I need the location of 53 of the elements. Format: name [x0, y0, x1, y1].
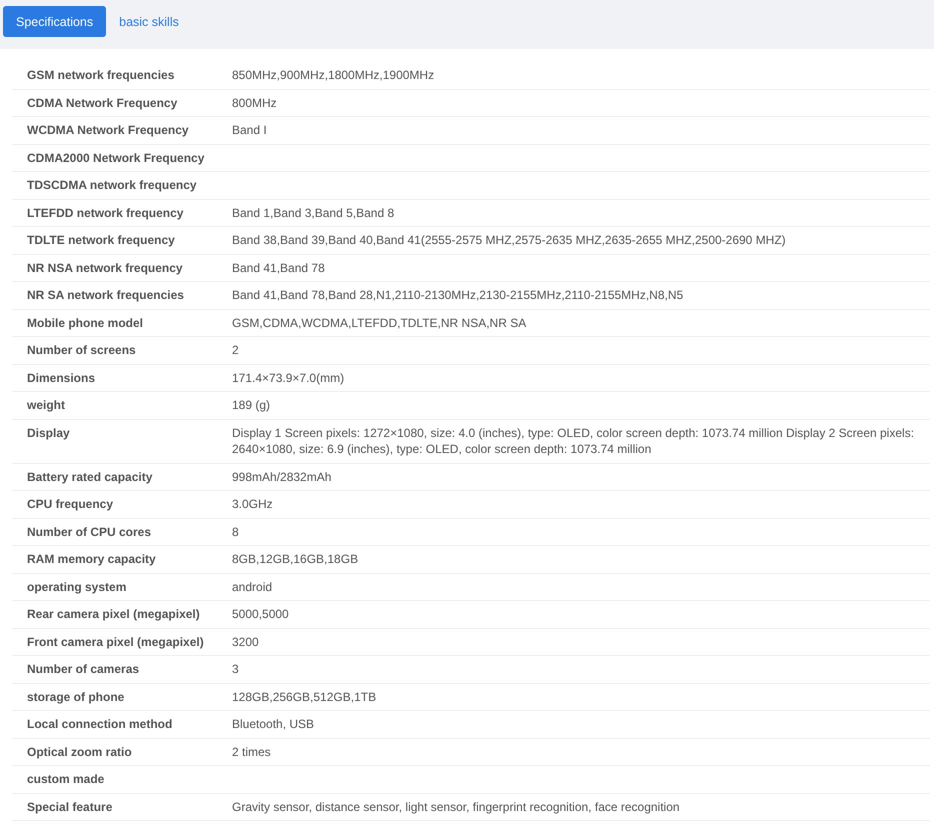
spec-value: 8	[232, 524, 240, 540]
spec-label: NR NSA network frequency	[27, 260, 184, 276]
spec-label: Battery rated capacity	[27, 468, 154, 485]
spec-value: 171.4×73.9×7.0(mm)	[232, 370, 346, 386]
spec-label: Front camera pixel (megapixel)	[27, 634, 205, 650]
spec-label: CDMA2000 Network Frequency	[27, 150, 206, 166]
spec-label: Number of cameras	[27, 661, 140, 678]
spec-label: weight	[27, 397, 66, 414]
spec-label: TDSCDMA network frequency	[27, 177, 198, 194]
spec-value: 800MHz	[232, 94, 278, 111]
spec-value: 998mAh/2832mAh	[232, 468, 332, 485]
spec-label: Local connection method	[27, 716, 174, 732]
spec-label: TDLTE network frequency	[27, 232, 176, 248]
spec-value: 189 (g)	[232, 397, 272, 414]
spec-label: Display	[27, 424, 71, 442]
spec-value: Display 1 Screen pixels: 1272×1080, size: 4.0 (inches), type: OLED, color screen depth: 1073.74 million Display 2 Screen pixels: 2640×1080, size: 6.9 (inches), type: OLED, color screen depth: 1073.74 million	[232, 424, 916, 458]
spec-value: 2 times	[232, 744, 272, 760]
spec-value: Bluetooth, USB	[232, 716, 316, 732]
spec-value: Gravity sensor, distance sensor, light sensor, fingerprint recognition, face recognition	[232, 798, 681, 815]
spec-value: Band 1,Band 3,Band 5,Band 8	[232, 204, 396, 221]
spec-value: 2	[232, 342, 240, 358]
spec-value: 128GB,256GB,512GB,1TB	[232, 688, 378, 705]
spec-value: 850MHz,900MHz,1800MHz,1900MHz	[232, 67, 436, 84]
spec-value: 8GB,12GB,16GB,18GB	[232, 551, 360, 568]
tab[interactable]: basic skills	[106, 6, 192, 37]
spec-label: Special feature	[27, 798, 114, 815]
spec-label: operating system	[27, 578, 128, 595]
spec-label: Number of CPU cores	[27, 524, 152, 540]
spec-label: custom made	[27, 771, 106, 788]
spec-label: storage of phone	[27, 688, 126, 705]
spec-value: Band I	[232, 122, 268, 138]
spec-value: 5000,5000	[232, 606, 290, 622]
spec-label: WCDMA Network Frequency	[27, 122, 190, 138]
spec-label: Number of screens	[27, 342, 137, 358]
spec-value: Band 41,Band 78	[232, 260, 326, 276]
spec-label: Optical zoom ratio	[27, 744, 133, 760]
spec-value: 3200	[232, 634, 260, 650]
spec-label: CPU frequency	[27, 496, 114, 512]
spec-value: Band 38,Band 39,Band 40,Band 41(2555-2575 MHZ,2575-2635 MHZ,2635-2655 MHZ,2500-2690 MHZ)	[232, 232, 787, 248]
spec-label: NR SA network frequencies	[27, 287, 185, 304]
spec-label: CDMA Network Frequency	[27, 94, 178, 111]
spec-value: 3	[232, 661, 240, 678]
spec-label: Dimensions	[27, 370, 96, 386]
spec-label: GSM network frequencies	[27, 67, 176, 84]
spec-value: Band 41,Band 78,Band 28,N1,2110-2130MHz,2130-2155MHz,2110-2155MHz,N8,N5	[232, 287, 684, 304]
spec-label: Rear camera pixel (megapixel)	[27, 606, 201, 622]
spec-value: 3.0GHz	[232, 496, 274, 512]
spec-label: RAM memory capacity	[27, 551, 157, 568]
spec-value: GSM,CDMA,WCDMA,LTEFDD,TDLTE,NR NSA,NR SA	[232, 314, 528, 331]
spec-label: Mobile phone model	[27, 314, 144, 331]
tab[interactable]: Specifications	[3, 6, 106, 37]
spec-value: android	[232, 578, 274, 595]
spec-label: LTEFDD network frequency	[27, 204, 184, 221]
